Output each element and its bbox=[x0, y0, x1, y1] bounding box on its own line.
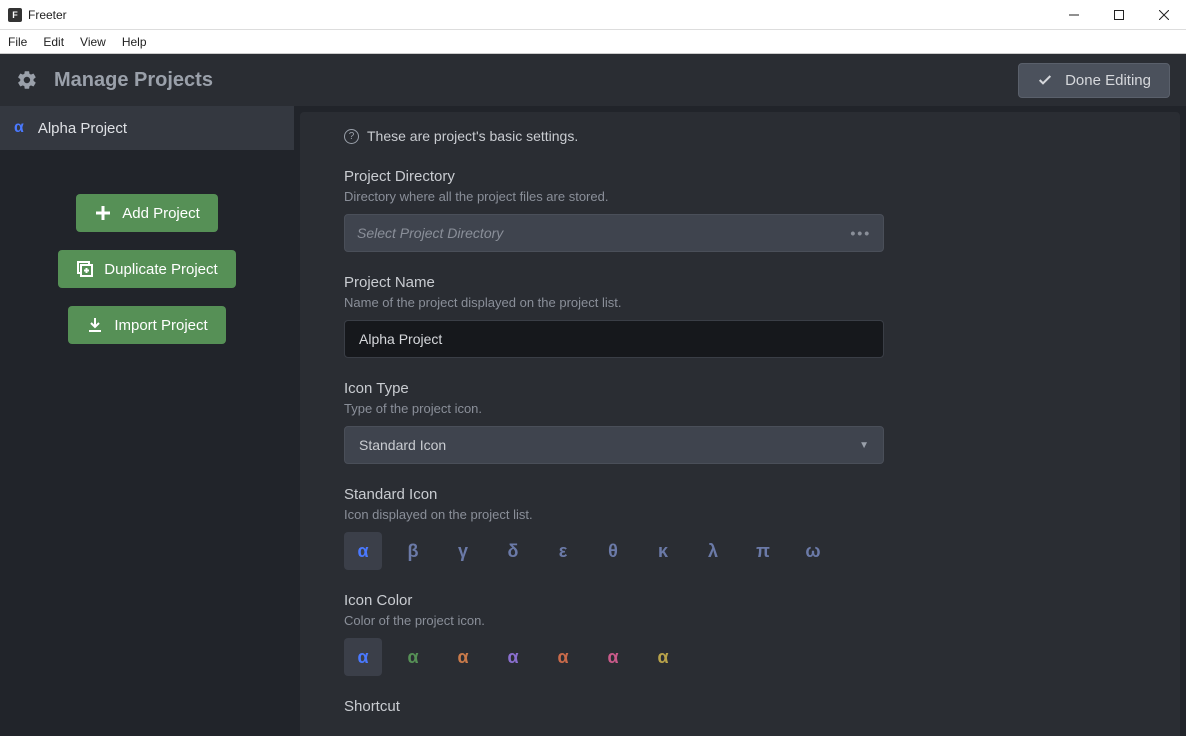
icon-type-desc: Type of the project icon. bbox=[344, 401, 1136, 416]
icon-color-label: Icon Color bbox=[344, 592, 1136, 609]
project-list-item[interactable]: α Alpha Project bbox=[0, 106, 294, 150]
browse-icon[interactable]: ••• bbox=[850, 225, 871, 241]
plus-icon bbox=[94, 204, 112, 222]
menu-edit[interactable]: Edit bbox=[43, 35, 64, 49]
settings-panel[interactable]: ? These are project's basic settings. Pr… bbox=[300, 112, 1180, 736]
app-header: Manage Projects Done Editing bbox=[0, 54, 1186, 106]
import-project-label: Import Project bbox=[114, 317, 207, 334]
standard-icon-option[interactable]: θ bbox=[594, 532, 632, 570]
project-list-item-label: Alpha Project bbox=[38, 120, 127, 137]
icon-color-option[interactable]: α bbox=[544, 638, 582, 676]
minimize-button[interactable] bbox=[1051, 0, 1096, 30]
duplicate-project-label: Duplicate Project bbox=[104, 261, 217, 278]
field-project-name: Project Name Name of the project display… bbox=[344, 274, 1136, 358]
import-project-button[interactable]: Import Project bbox=[68, 306, 225, 344]
download-icon bbox=[86, 316, 104, 334]
icon-color-option[interactable]: α bbox=[594, 638, 632, 676]
icon-color-option[interactable]: α bbox=[394, 638, 432, 676]
icon-color-row: ααααααα bbox=[344, 638, 1136, 676]
menu-help[interactable]: Help bbox=[122, 35, 147, 49]
field-shortcut: Shortcut bbox=[344, 698, 1136, 715]
done-editing-button[interactable]: Done Editing bbox=[1018, 63, 1170, 98]
gear-icon bbox=[16, 69, 38, 91]
standard-icon-option[interactable]: π bbox=[744, 532, 782, 570]
page-title: Manage Projects bbox=[54, 69, 213, 92]
project-name-input[interactable] bbox=[344, 320, 884, 358]
menu-view[interactable]: View bbox=[80, 35, 106, 49]
sidebar: α Alpha Project Add Project Duplicate Pr… bbox=[0, 106, 294, 736]
add-project-label: Add Project bbox=[122, 205, 200, 222]
titlebar: F Freeter bbox=[0, 0, 1186, 30]
field-project-directory: Project Directory Directory where all th… bbox=[344, 168, 1136, 252]
project-directory-label: Project Directory bbox=[344, 168, 1136, 185]
field-icon-color: Icon Color Color of the project icon. αα… bbox=[344, 592, 1136, 676]
field-standard-icon: Standard Icon Icon displayed on the proj… bbox=[344, 486, 1136, 570]
titlebar-left: F Freeter bbox=[0, 8, 67, 22]
menubar: File Edit View Help bbox=[0, 30, 1186, 54]
standard-icon-option[interactable]: β bbox=[394, 532, 432, 570]
duplicate-icon bbox=[76, 260, 94, 278]
standard-icon-option[interactable]: δ bbox=[494, 532, 532, 570]
app-icon: F bbox=[8, 8, 22, 22]
app-header-left: Manage Projects bbox=[16, 69, 213, 92]
project-name-label: Project Name bbox=[344, 274, 1136, 291]
standard-icon-option[interactable]: α bbox=[344, 532, 382, 570]
info-row: ? These are project's basic settings. bbox=[344, 128, 1136, 144]
check-icon bbox=[1037, 72, 1053, 88]
alpha-icon: α bbox=[14, 119, 24, 137]
duplicate-project-button[interactable]: Duplicate Project bbox=[58, 250, 235, 288]
info-text: These are project's basic settings. bbox=[367, 128, 578, 144]
standard-icon-desc: Icon displayed on the project list. bbox=[344, 507, 1136, 522]
window-controls bbox=[1051, 0, 1186, 30]
chevron-down-icon: ▼ bbox=[859, 440, 869, 451]
icon-color-option[interactable]: α bbox=[494, 638, 532, 676]
standard-icon-option[interactable]: ε bbox=[544, 532, 582, 570]
standard-icon-option[interactable]: ω bbox=[794, 532, 832, 570]
add-project-button[interactable]: Add Project bbox=[76, 194, 218, 232]
project-name-desc: Name of the project displayed on the pro… bbox=[344, 295, 1136, 310]
field-icon-type: Icon Type Type of the project icon. Stan… bbox=[344, 380, 1136, 464]
standard-icon-label: Standard Icon bbox=[344, 486, 1136, 503]
icon-color-option[interactable]: α bbox=[344, 638, 382, 676]
done-editing-label: Done Editing bbox=[1065, 72, 1151, 89]
window-title: Freeter bbox=[28, 8, 67, 22]
help-icon: ? bbox=[344, 129, 359, 144]
project-directory-desc: Directory where all the project files ar… bbox=[344, 189, 1136, 204]
icon-color-option[interactable]: α bbox=[644, 638, 682, 676]
menu-file[interactable]: File bbox=[8, 35, 27, 49]
icon-type-value: Standard Icon bbox=[359, 437, 446, 453]
sidebar-actions: Add Project Duplicate Project Import Pro… bbox=[0, 150, 294, 344]
icon-color-option[interactable]: α bbox=[444, 638, 482, 676]
standard-icon-option[interactable]: γ bbox=[444, 532, 482, 570]
close-button[interactable] bbox=[1141, 0, 1186, 30]
project-directory-placeholder: Select Project Directory bbox=[357, 225, 503, 241]
body: α Alpha Project Add Project Duplicate Pr… bbox=[0, 106, 1186, 736]
shortcut-label: Shortcut bbox=[344, 698, 1136, 715]
standard-icon-option[interactable]: κ bbox=[644, 532, 682, 570]
icon-type-label: Icon Type bbox=[344, 380, 1136, 397]
icon-type-select[interactable]: Standard Icon ▼ bbox=[344, 426, 884, 464]
standard-icon-row: αβγδεθκλπω bbox=[344, 532, 1136, 570]
standard-icon-option[interactable]: λ bbox=[694, 532, 732, 570]
project-directory-input[interactable]: Select Project Directory ••• bbox=[344, 214, 884, 252]
maximize-button[interactable] bbox=[1096, 0, 1141, 30]
icon-color-desc: Color of the project icon. bbox=[344, 613, 1136, 628]
